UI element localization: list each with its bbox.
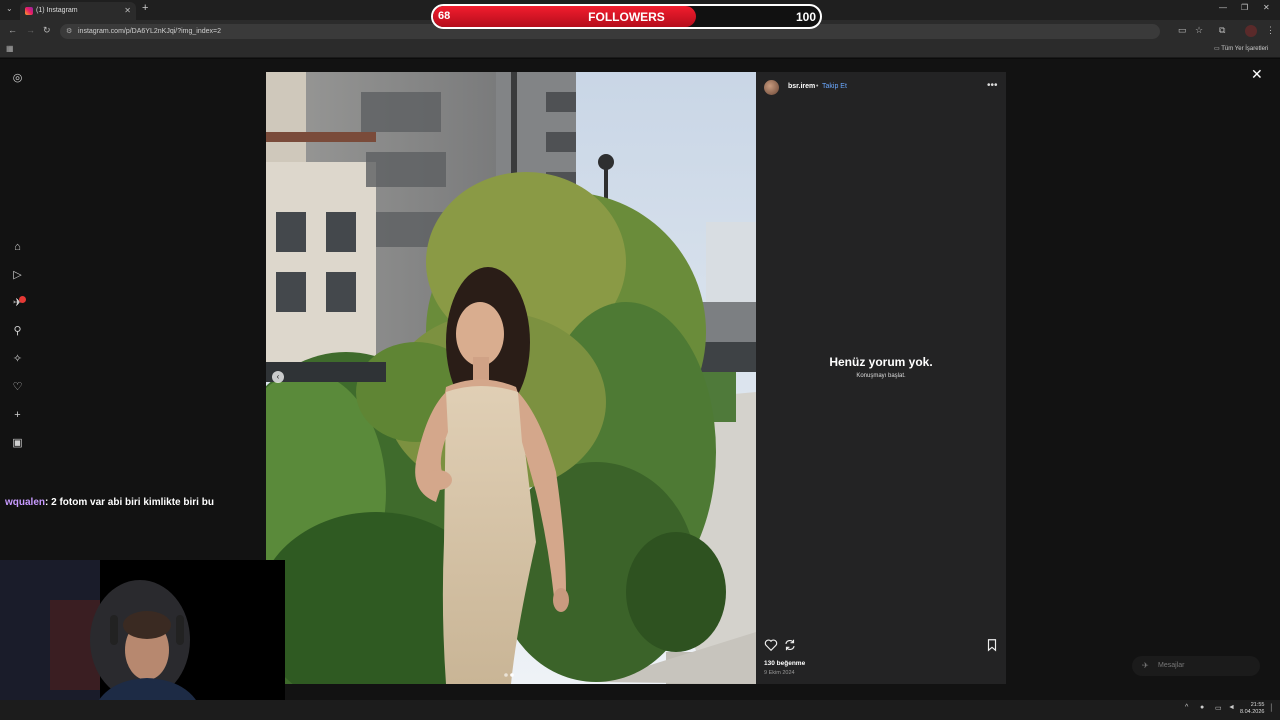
start-conversation-text: Konuşmayı başlat. [856,373,906,379]
chat-text: : 2 fotom var abi biri kimlikte biri bu [45,497,214,508]
post-username[interactable]: bsr.irem [788,83,815,90]
user-avatar[interactable] [764,80,779,95]
post-side-panel: bsr.irem • Takip Et ••• Henüz yorum yok.… [756,72,1006,684]
forward-icon[interactable]: → [26,25,35,35]
more-options-icon[interactable]: ••• [987,80,998,91]
separator-dot: • [816,83,819,90]
bookmarks-bar: ▦ ▭ Tüm Yer İşaretleri [0,42,1280,58]
close-modal-icon[interactable]: ✕ [1251,66,1263,83]
messages-button[interactable]: ✈ Mesajlar [1132,656,1260,676]
cast-icon[interactable]: ▭ [1178,25,1187,36]
create-icon[interactable]: + [11,409,24,422]
bookmarks-label: Tüm Yer İşaretleri [1221,46,1269,52]
home-icon[interactable]: ⌂ [11,241,24,254]
menu-icon[interactable]: ⋮ [1266,25,1275,36]
post-photo [266,72,756,684]
tab-list-icon[interactable]: ⌄ [6,4,13,13]
profile-avatar[interactable] [1245,25,1257,37]
followers-label: FOLLOWERS [588,10,665,24]
messenger-icon-small: ✈ [1142,661,1149,670]
tray-chevron-icon[interactable]: ^ [1185,704,1188,711]
stream-chat-message: wqualen: 2 fotom var abi biri kimlikte b… [5,497,214,508]
follow-button[interactable]: Takip Et [822,83,847,90]
webcam-feed-illustration [0,560,285,720]
new-tab-icon[interactable]: + [142,2,148,14]
instagram-logo-icon[interactable]: ◎ [11,72,24,85]
reload-icon[interactable]: ↻ [43,25,51,36]
volume-icon[interactable]: ◄ [1228,704,1235,711]
clock-time: 21:55 [1250,702,1265,708]
tab-title: (1) Instagram [36,7,78,14]
repost-icon[interactable] [783,638,797,652]
back-icon[interactable]: ← [8,25,17,35]
streamer-webcam [0,560,285,720]
search-icon[interactable]: ⚲ [11,325,24,338]
windows-taskbar [0,700,1280,720]
chat-username: wqualen [5,497,46,508]
apps-grid-icon[interactable]: ▦ [6,44,14,53]
instagram-favicon-icon [25,7,33,15]
close-window-icon[interactable]: ✕ [1263,3,1270,12]
bookmark-star-icon[interactable]: ☆ [1195,25,1203,36]
no-comments-heading: Henüz yorum yok. [829,355,933,369]
notifications-icon[interactable]: ▏ [1271,704,1276,712]
previous-image-button[interactable]: ‹ [272,371,284,383]
notifications-heart-icon[interactable]: ♡ [11,381,24,394]
clock-date: 8.04.2026 [1240,709,1265,715]
followers-goal: 100 [795,10,816,24]
save-bookmark-icon[interactable] [985,638,999,652]
minimize-icon[interactable]: — [1219,3,1227,12]
close-tab-icon[interactable]: ✕ [124,2,131,20]
url-text: instagram.com/p/DA6YL2nKJqi/?img_index=2 [78,28,221,35]
messages-label: Mesajlar [1158,662,1185,669]
followers-current: 68 [438,10,451,22]
network-icon[interactable]: ▭ [1215,704,1222,712]
dashboard-icon[interactable]: ▣ [11,437,24,450]
post-photo-illustration [266,72,756,684]
post-date: 9 Ekim 2024 [764,670,795,676]
like-heart-icon[interactable] [764,638,778,652]
browser-tab[interactable]: (1) Instagram ✕ [20,2,136,20]
followers-goal-bar: FOLLOWERS 68 100 [431,4,822,29]
site-info-icon[interactable]: ⚙ [66,24,72,39]
extensions-icon[interactable]: ⧉ [1219,25,1225,36]
microphone-icon[interactable]: ● [1200,704,1204,711]
likes-count[interactable]: 130 beğenme [764,660,805,667]
restore-icon[interactable]: ❐ [1241,3,1248,12]
reels-icon[interactable]: ▷ [11,269,24,282]
taskbar-clock[interactable]: 21:55 8.04.2026 [1240,702,1264,716]
bookmarks-folder[interactable]: ▭ Tüm Yer İşaretleri [1214,45,1268,52]
notification-badge [19,296,26,303]
explore-icon[interactable]: ✧ [11,353,24,366]
